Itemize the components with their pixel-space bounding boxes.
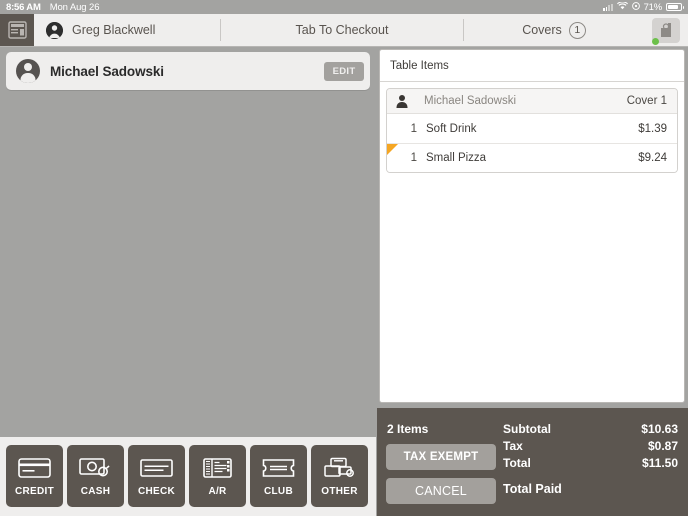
battery-icon — [666, 3, 684, 11]
battery-percent: 71% — [643, 1, 663, 13]
subtotal-line: Subtotal $10.63 — [503, 421, 678, 438]
table-items-panel: Table Items Michael Sadowski Cover 1 1 S… — [379, 49, 685, 403]
cellular-signal-icon — [603, 3, 613, 11]
credit-card-icon — [18, 456, 52, 480]
nav-center-title[interactable]: Tab To Checkout — [221, 14, 463, 46]
user-avatar-icon — [46, 21, 63, 39]
total-paid-label: Total Paid — [503, 482, 562, 496]
other-payments-icon — [323, 456, 357, 480]
payment-label: CLUB — [264, 485, 293, 497]
payment-button-cash[interactable]: CASH — [67, 445, 124, 507]
subtotal-label: Subtotal — [503, 422, 551, 436]
total-label: Total — [503, 456, 531, 470]
totals-panel: 2 Items TAX EXEMPT CANCEL Subtotal $10.6… — [377, 408, 688, 516]
payment-label: CREDIT — [14, 485, 55, 497]
club-ticket-icon — [262, 456, 296, 480]
customer-name: Michael Sadowski — [50, 63, 164, 79]
status-indicators: 71% — [603, 0, 684, 13]
payment-label: CASH — [80, 485, 111, 497]
person-icon — [395, 95, 408, 108]
left-workspace-pane: Michael Sadowski EDIT — [0, 48, 375, 437]
payment-button-other[interactable]: OTHER — [311, 445, 368, 507]
cover-customer-name: Michael Sadowski — [424, 95, 517, 107]
customer-avatar-icon — [16, 59, 40, 83]
covers-label: Covers — [522, 23, 562, 37]
tax-exempt-button[interactable]: TAX EXEMPT — [386, 444, 496, 470]
item-price: $1.39 — [638, 122, 667, 135]
payment-label: A/R — [208, 485, 227, 497]
tax-value: $0.87 — [647, 439, 678, 453]
lock-button-wrapper — [644, 14, 688, 46]
ar-ticket-icon — [201, 456, 235, 480]
table-row[interactable]: 1 Small Pizza $9.24 — [387, 143, 677, 172]
top-nav-bar: Greg Blackwell Tab To Checkout Covers 1 — [0, 14, 688, 47]
wifi-icon — [616, 0, 628, 13]
ios-status-bar: 8:56 AM Mon Aug 26 71% — [0, 0, 688, 14]
edit-customer-button[interactable]: EDIT — [324, 61, 364, 81]
items-count-label: 2 Items — [387, 422, 429, 436]
nav-user-name: Greg Blackwell — [72, 23, 156, 37]
status-time: 8:56 AM — [6, 1, 41, 13]
payment-label: CHECK — [137, 485, 176, 497]
payment-button-ar[interactable]: A/R — [189, 445, 246, 507]
item-qty: 1 — [410, 122, 417, 135]
payment-label: OTHER — [321, 485, 358, 497]
covers-control[interactable]: Covers 1 — [464, 14, 644, 46]
online-status-dot — [652, 38, 659, 45]
rotation-lock-icon — [631, 1, 640, 13]
cash-icon — [79, 456, 113, 480]
totals-lines: Subtotal $10.63 Tax $0.87 Total $11.50 — [503, 421, 678, 472]
table-row[interactable]: 1 Soft Drink $1.39 — [387, 114, 677, 143]
payment-button-credit[interactable]: CREDIT — [6, 445, 63, 507]
status-date: Mon Aug 26 — [49, 1, 100, 13]
tax-label: Tax — [503, 439, 523, 453]
total-line: Total $11.50 — [503, 455, 678, 472]
item-flag-triangle-icon — [387, 144, 398, 155]
cancel-button[interactable]: CANCEL — [386, 478, 496, 504]
nav-user-section[interactable]: Greg Blackwell — [34, 14, 220, 46]
pos-checkout-screen: 8:56 AM Mon Aug 26 71% Greg Blackwell Ta… — [0, 0, 688, 516]
table-items-header: Table Items — [380, 50, 684, 82]
item-name: Small Pizza — [426, 152, 487, 164]
tax-line: Tax $0.87 — [503, 438, 678, 455]
covers-count-badge: 1 — [568, 21, 586, 39]
payment-button-club[interactable]: CLUB — [250, 445, 307, 507]
payment-button-check[interactable]: CHECK — [128, 445, 185, 507]
item-name: Soft Drink — [426, 122, 477, 135]
item-price: $9.24 — [638, 152, 667, 164]
payment-methods-bar: CREDIT CASH CHECK A/R CLUB OTHER — [0, 437, 376, 516]
subtotal-value: $10.63 — [641, 422, 678, 436]
check-icon — [140, 456, 174, 480]
customer-card[interactable]: Michael Sadowski EDIT — [6, 52, 370, 90]
lock-icon — [661, 23, 671, 37]
cover-number-label: Cover 1 — [626, 95, 667, 107]
cover-group-card: Michael Sadowski Cover 1 1 Soft Drink $1… — [386, 88, 678, 173]
total-value: $11.50 — [641, 456, 678, 470]
app-register-icon[interactable] — [0, 14, 34, 46]
cover-header-row[interactable]: Michael Sadowski Cover 1 — [387, 89, 677, 114]
